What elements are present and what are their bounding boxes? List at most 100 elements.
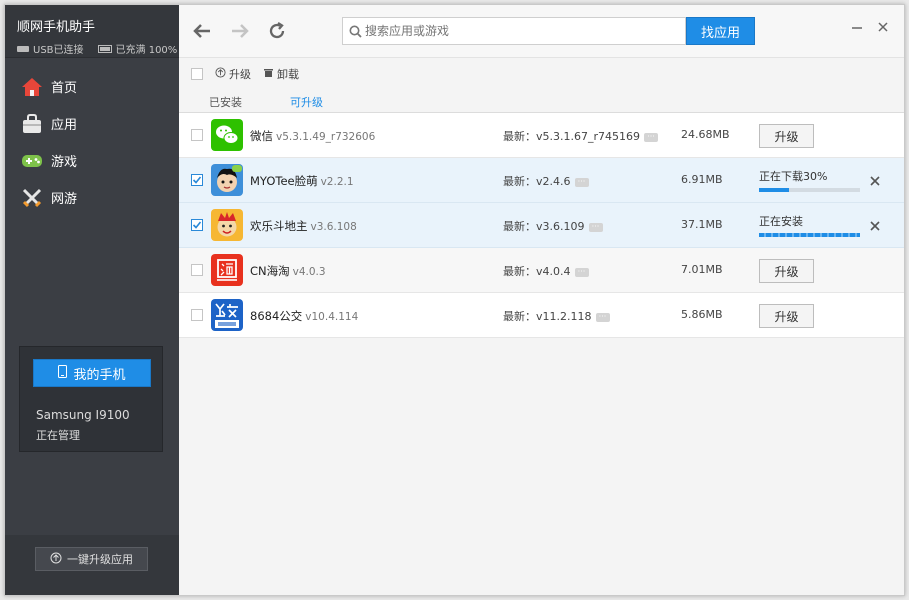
home-icon: [21, 76, 43, 98]
table-row[interactable]: CN海淘 v4.0.3 最新：v4.0.4 ··· 7.01MB 升级: [179, 248, 904, 293]
close-icon: [870, 221, 880, 231]
gamepad-icon: [21, 150, 43, 172]
tab-installed[interactable]: 已安装: [209, 94, 242, 110]
topbar: 找应用: [179, 5, 904, 58]
app-size: 6.91MB: [681, 173, 723, 186]
my-phone-button[interactable]: 我的手机: [33, 359, 151, 387]
app-name: 微信 v5.3.1.49_r732606: [250, 129, 376, 143]
more-icon[interactable]: ···: [588, 222, 603, 232]
row-checkbox[interactable]: [191, 309, 203, 321]
sidebar-item-games[interactable]: 游戏: [5, 142, 179, 179]
doudizhu-icon: [211, 209, 243, 241]
app-name: CN海淘 v4.0.3: [250, 264, 326, 278]
search-button[interactable]: 找应用: [686, 17, 755, 45]
checkmark-icon: [192, 221, 202, 229]
app-name: 欢乐斗地主 v3.6.108: [250, 219, 357, 233]
app-window: 顺网手机助手 USB已连接 已充满 100% 首页 应用 游戏 网游 我的手机 …: [4, 4, 905, 596]
refresh-icon: [269, 22, 285, 39]
more-icon[interactable]: ···: [574, 267, 589, 277]
table-row[interactable]: 欢乐斗地主 v3.6.108 最新：v3.6.109 ··· 37.1MB 正在安装: [179, 203, 904, 248]
more-icon[interactable]: ···: [595, 312, 610, 322]
back-button[interactable]: [191, 20, 213, 42]
upgrade-button[interactable]: 升级: [759, 259, 814, 283]
upgrade-all-label: 一键升级应用: [67, 553, 133, 566]
brand-header: 顺网手机助手 USB已连接 已充满 100%: [5, 5, 179, 58]
arrow-up-circle-icon: [50, 552, 62, 567]
forward-button[interactable]: [229, 20, 251, 42]
sidebar-item-online-games[interactable]: 网游: [5, 179, 179, 216]
more-icon[interactable]: ···: [574, 177, 589, 187]
batch-upgrade-label: 升级: [229, 67, 251, 81]
crossed-swords-icon: [21, 187, 43, 209]
sidebar: 顺网手机助手 USB已连接 已充满 100% 首页 应用 游戏 网游 我的手机 …: [5, 5, 179, 595]
batch-upgrade-button[interactable]: 升级: [215, 66, 251, 82]
app-name: MYOTee脸萌 v2.2.1: [250, 174, 354, 188]
tab-upgradable[interactable]: 可升级: [287, 94, 326, 115]
upgrade-all-button[interactable]: 一键升级应用: [35, 547, 148, 571]
minimize-button[interactable]: [849, 19, 865, 35]
main-panel: 找应用 升级 卸载 已安装: [179, 5, 904, 595]
tab-bar: 已安装 可升级: [179, 89, 904, 115]
row-checkbox[interactable]: [191, 129, 203, 141]
phone-model: Samsung I9100: [36, 408, 130, 422]
sidebar-item-apps[interactable]: 应用: [5, 105, 179, 142]
app-size: 5.86MB: [681, 308, 723, 321]
latest-version: 最新：v3.6.109 ···: [503, 218, 603, 234]
arrow-right-icon: [232, 24, 249, 38]
my-phone-label: 我的手机: [73, 367, 126, 383]
app-size: 24.68MB: [681, 128, 730, 141]
sidebar-nav: 首页 应用 游戏 网游: [5, 68, 179, 216]
sidebar-item-label: 游戏: [51, 155, 78, 170]
sidebar-footer: 一键升级应用: [5, 535, 179, 595]
arrow-left-icon: [193, 24, 210, 38]
table-row[interactable]: MYOTee脸萌 v2.2.1 最新：v2.4.6 ··· 6.91MB 正在下载3…: [179, 158, 904, 203]
progress-label: 正在安装: [759, 215, 803, 228]
table-row[interactable]: 微信 v5.3.1.49_r732606 最新：v5.3.1.67_r745169…: [179, 113, 904, 158]
row-checkbox[interactable]: [191, 174, 203, 186]
progress-track: [759, 188, 860, 192]
progress-fill: [759, 233, 860, 237]
refresh-button[interactable]: [266, 20, 288, 42]
sidebar-item-label: 网游: [51, 192, 78, 207]
upgrade-button[interactable]: 升级: [759, 124, 814, 148]
app-size: 7.01MB: [681, 263, 723, 276]
cancel-install-button[interactable]: [869, 220, 881, 232]
phone-icon: [58, 364, 68, 382]
list-toolbar: 升级 卸载: [179, 58, 904, 89]
battery-status: 已充满 100%: [115, 45, 178, 56]
latest-version: 最新：v2.4.6 ···: [503, 173, 589, 189]
sidebar-item-label: 应用: [51, 118, 78, 133]
app-title: 顺网手机助手: [17, 20, 96, 35]
close-icon: [878, 22, 888, 32]
progress-label: 正在下载30%: [759, 170, 828, 183]
table-row[interactable]: 8684公交 v10.4.114 最新：v11.2.118 ··· 5.86MB 升…: [179, 293, 904, 338]
sidebar-item-home[interactable]: 首页: [5, 68, 179, 105]
cancel-download-button[interactable]: [869, 175, 881, 187]
sidebar-item-label: 首页: [51, 81, 78, 96]
row-checkbox[interactable]: [191, 219, 203, 231]
app-size: 37.1MB: [681, 218, 723, 231]
battery-icon: [97, 44, 112, 53]
search-input[interactable]: [365, 18, 665, 44]
search-box: [342, 17, 686, 45]
arrow-up-circle-icon: [215, 66, 226, 81]
cn-haitao-icon: [211, 254, 243, 286]
install-progress: 正在安装: [759, 213, 860, 237]
download-progress: 正在下载30%: [759, 168, 860, 192]
latest-version: 最新：v4.0.4 ···: [503, 263, 589, 279]
checkmark-icon: [192, 176, 202, 184]
more-icon[interactable]: ···: [644, 132, 659, 142]
latest-version: 最新：v5.3.1.67_r745169 ···: [503, 128, 659, 144]
minimize-icon: [852, 27, 862, 29]
select-all-checkbox[interactable]: [191, 67, 203, 80]
apps-bag-icon: [21, 113, 43, 135]
usb-status: USB已连接: [33, 45, 84, 56]
latest-version: 最新：v11.2.118 ···: [503, 308, 610, 324]
row-checkbox[interactable]: [191, 264, 203, 276]
progress-fill: [759, 188, 790, 192]
app-list: 微信 v5.3.1.49_r732606 最新：v5.3.1.67_r745169…: [179, 113, 904, 338]
close-window-button[interactable]: [875, 19, 891, 35]
upgrade-button[interactable]: 升级: [759, 304, 814, 328]
batch-uninstall-button[interactable]: 卸载: [263, 66, 299, 82]
myotee-icon: [211, 164, 243, 196]
